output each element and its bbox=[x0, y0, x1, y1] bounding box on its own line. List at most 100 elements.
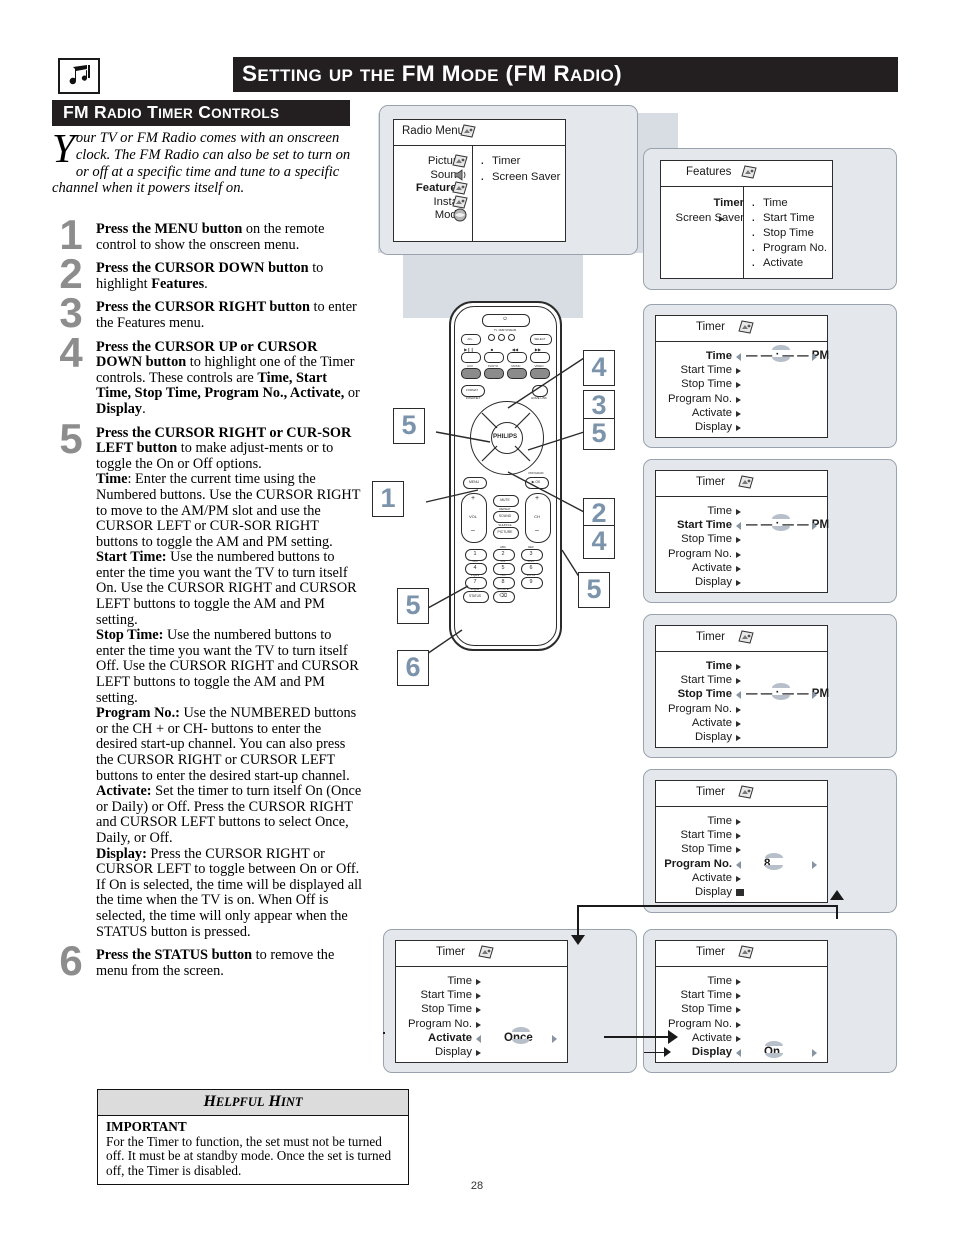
up-down-adjust-icon[interactable] bbox=[772, 683, 790, 701]
timer-row-display[interactable]: Display bbox=[692, 1046, 732, 1058]
callout-number: 5 bbox=[586, 573, 602, 604]
submenu-item-screen-saver[interactable]: Screen Saver bbox=[480, 170, 561, 186]
step-3: 3 Press the CURSOR RIGHT button to enter … bbox=[52, 292, 362, 334]
panel-timer-activate: Timer Time Start Time Stop Time Program No. A… bbox=[383, 929, 637, 1073]
screen-body: Time Start Time — — : — — PM Stop Time Progr… bbox=[656, 497, 829, 592]
cursor-right-icon[interactable] bbox=[812, 353, 817, 361]
music-note-icon bbox=[58, 58, 100, 94]
cursor-right-icon[interactable] bbox=[812, 1049, 817, 1057]
cursor-left-icon[interactable] bbox=[476, 1034, 481, 1043]
program-label: PROGRAM bbox=[528, 471, 544, 475]
callout-tag-5: 5 bbox=[393, 408, 425, 444]
timer-row-start-time[interactable]: Start Time bbox=[421, 989, 472, 1001]
timer-row-program-no-[interactable]: Program No. bbox=[668, 703, 732, 715]
timer-row-activate[interactable]: Activate bbox=[692, 872, 732, 884]
transport-button-2[interactable] bbox=[484, 352, 504, 363]
aux-button[interactable] bbox=[461, 368, 481, 379]
timer-row-activate[interactable]: Activate bbox=[428, 1032, 472, 1044]
callout-tag-4: 4 bbox=[583, 350, 615, 386]
screen-title: Features bbox=[686, 166, 732, 178]
timer-row-display[interactable]: Display bbox=[695, 576, 732, 588]
cursor-left-icon[interactable] bbox=[736, 522, 741, 531]
up-down-adjust-icon[interactable] bbox=[765, 1041, 783, 1058]
timer-row-stop-time[interactable]: Stop Time bbox=[681, 843, 732, 855]
cursor-right-icon[interactable] bbox=[552, 1034, 557, 1043]
cursor-right-icon[interactable] bbox=[812, 860, 817, 869]
timer-row-activate[interactable]: Activate bbox=[692, 717, 732, 729]
timer-row-program-no-[interactable]: Program No. bbox=[668, 393, 732, 405]
timer-row-activate[interactable]: Activate bbox=[692, 1032, 732, 1044]
up-down-adjust-icon[interactable] bbox=[772, 514, 790, 532]
timer-row-start-time[interactable]: Start Time bbox=[681, 829, 732, 841]
row-arrow-icon bbox=[736, 537, 741, 544]
transport-button-1[interactable] bbox=[461, 352, 481, 363]
up-down-adjust-icon[interactable] bbox=[765, 852, 783, 870]
timer-row-display[interactable]: Display bbox=[695, 731, 732, 743]
row-arrow-icon bbox=[736, 833, 741, 840]
up-down-adjust-icon[interactable] bbox=[772, 345, 790, 362]
menu-item-timer[interactable]: Timer bbox=[713, 197, 744, 209]
timer-row-start-time[interactable]: Start Time bbox=[677, 519, 732, 531]
timer-row-stop-time[interactable]: Stop Time bbox=[681, 378, 732, 390]
cursor-left-icon[interactable] bbox=[736, 353, 741, 361]
timer-row-display[interactable]: Display bbox=[695, 421, 732, 433]
timer-row-program-no-[interactable]: Program No. bbox=[664, 858, 732, 870]
cursor-left-icon[interactable] bbox=[736, 691, 741, 700]
callout-tag-4: 4 bbox=[583, 525, 615, 559]
keypad-label-8: 8 bbox=[501, 579, 505, 586]
screen-title: Timer bbox=[696, 786, 725, 798]
timer-row-start-time[interactable]: Start Time bbox=[681, 364, 732, 376]
screen-timer-stop-time: Timer Time Start Time Stop Time — — : — — PM… bbox=[655, 625, 829, 748]
timer-row-time[interactable]: Time bbox=[706, 660, 732, 672]
menu-pictogram-icon bbox=[460, 124, 476, 138]
timer-row-display[interactable]: Display bbox=[695, 886, 732, 898]
row-arrow-icon bbox=[476, 1007, 481, 1014]
submenu-item-start-time[interactable]: Start Time bbox=[751, 211, 815, 227]
timer-row-stop-time[interactable]: Stop Time bbox=[681, 1003, 732, 1015]
submenu-item-activate[interactable]: Activate bbox=[751, 256, 803, 272]
panel-timer-start-time: Timer Time Start Time — — : — — PM Stop Time… bbox=[643, 459, 897, 603]
timer-row-time[interactable]: Time bbox=[707, 815, 732, 827]
submenu-item-stop-time[interactable]: Stop Time bbox=[751, 226, 814, 242]
step-number: 6 bbox=[59, 937, 83, 985]
submenu-item-time[interactable]: Time bbox=[751, 196, 788, 212]
timer-row-program-no-[interactable]: Program No. bbox=[668, 1018, 732, 1030]
important-text: For the Timer to function, the set must … bbox=[106, 1133, 392, 1178]
timer-row-activate[interactable]: Activate bbox=[692, 407, 732, 419]
timer-row-start-time[interactable]: Start Time bbox=[681, 674, 732, 686]
timer-row-program-no-[interactable]: Program No. bbox=[668, 548, 732, 560]
timer-row-time[interactable]: Time bbox=[447, 975, 472, 987]
helpful-hint-box: HELPFUL HINT IMPORTANT For the Timer to … bbox=[97, 1089, 409, 1186]
channel-label: CH bbox=[534, 514, 540, 519]
submenu-item-program-no-[interactable]: Program No. bbox=[751, 241, 827, 257]
photo-button[interactable] bbox=[484, 368, 504, 379]
helpful-hint-body: IMPORTANT For the Timer to function, the… bbox=[98, 1116, 408, 1184]
timer-row-stop-time[interactable]: Stop Time bbox=[678, 688, 732, 700]
timer-row-time[interactable]: Time bbox=[706, 350, 732, 362]
cursor-right-icon[interactable] bbox=[812, 522, 817, 531]
cursor-left-icon[interactable] bbox=[736, 860, 741, 869]
row-arrow-icon bbox=[736, 720, 741, 727]
features-icon bbox=[738, 320, 754, 334]
timer-row-time[interactable]: Time bbox=[707, 505, 732, 517]
screen-title: Timer bbox=[696, 946, 725, 958]
timer-row-time[interactable]: Time bbox=[707, 975, 732, 987]
timer-row-stop-time[interactable]: Stop Time bbox=[681, 533, 732, 545]
up-down-adjust-icon[interactable] bbox=[512, 1026, 530, 1044]
timer-row-activate[interactable]: Activate bbox=[692, 562, 732, 574]
music-button[interactable] bbox=[507, 368, 527, 379]
volume-minus-icon: – bbox=[471, 527, 475, 534]
timer-row-stop-time[interactable]: Stop Time bbox=[421, 1003, 472, 1015]
transport-button-3[interactable] bbox=[507, 352, 527, 363]
menu-item-screen-saver[interactable]: Screen Saver bbox=[676, 212, 744, 224]
row-arrow-icon bbox=[736, 664, 741, 670]
video-button[interactable] bbox=[530, 368, 550, 379]
submenu-item-timer[interactable]: Timer bbox=[480, 154, 521, 170]
timer-row-program-no-[interactable]: Program No. bbox=[408, 1018, 472, 1030]
timer-row-start-time[interactable]: Start Time bbox=[681, 989, 732, 1001]
intro-dropcap: Y bbox=[52, 125, 75, 171]
timer-row-display[interactable]: Display bbox=[435, 1046, 472, 1058]
cursor-left-icon[interactable] bbox=[736, 1049, 741, 1057]
cursor-right-icon[interactable] bbox=[812, 691, 817, 700]
transport-button-4[interactable] bbox=[530, 352, 550, 363]
